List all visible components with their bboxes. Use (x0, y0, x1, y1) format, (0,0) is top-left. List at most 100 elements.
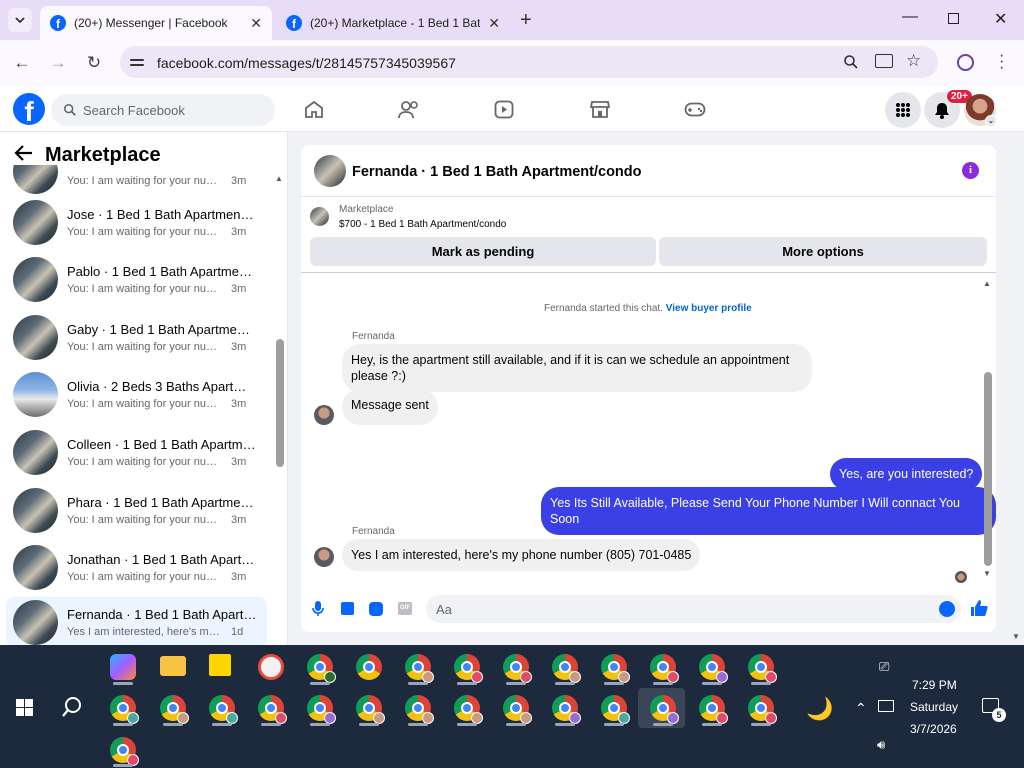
chrome-icon[interactable] (552, 654, 581, 683)
conversation-item[interactable]: Phara · 1 Bed 1 Bath Apartment/... You: … (6, 483, 267, 537)
taskbar-search-icon[interactable] (61, 696, 83, 723)
chrome-icon[interactable] (209, 695, 238, 724)
facebook-logo-icon[interactable]: f (13, 93, 45, 125)
gif-icon[interactable]: GIF (398, 602, 412, 615)
search-input[interactable]: Search Facebook (51, 94, 275, 126)
chrome-icon[interactable] (405, 654, 434, 683)
emoji-icon[interactable] (939, 601, 955, 617)
close-tab-icon[interactable]: ✕ (250, 15, 262, 32)
chrome-icon[interactable] (307, 654, 336, 683)
snipping-tool-icon[interactable] (258, 654, 284, 680)
minimize-button[interactable]: — (902, 8, 918, 26)
friends-icon[interactable] (398, 100, 420, 124)
conversation-item[interactable]: Gaby · 1 Bed 1 Bath Apartment/... You: I… (6, 310, 267, 364)
mark-as-pending-button[interactable]: Mark as pending (310, 237, 656, 266)
forward-button[interactable]: → (46, 51, 70, 75)
chrome-icon[interactable] (356, 695, 385, 724)
chat-title[interactable]: Fernanda · 1 Bed 1 Bath Apartment/condo (352, 164, 642, 180)
scroll-up-arrow[interactable]: ▲ (275, 174, 283, 183)
scrollbar-thumb[interactable] (276, 339, 284, 467)
start-windows-icon[interactable] (16, 699, 33, 716)
more-options-button[interactable]: More options (659, 237, 987, 266)
close-tab-icon[interactable]: ✕ (488, 15, 500, 32)
conversation-item[interactable]: Colleen · 1 Bed 1 Bath Apartmen... You: … (6, 425, 267, 479)
close-window-button[interactable]: ✕ (994, 9, 1007, 29)
page-scroll-down[interactable]: ▼ (1012, 632, 1020, 641)
show-hidden-icons[interactable]: ⌃ (855, 700, 867, 717)
clock-date[interactable]: 3/7/2026 (910, 722, 957, 736)
listing-detail[interactable]: $700 - 1 Bed 1 Bath Apartment/condo (339, 219, 506, 230)
chrome-icon[interactable] (552, 695, 581, 724)
install-app-icon[interactable] (875, 54, 893, 68)
chrome-icon[interactable] (405, 695, 434, 724)
clock-time[interactable]: 7:29 PM (912, 678, 957, 692)
conversation-item[interactable]: Jose · 1 Bed 1 Bath Apartment/c... You: … (6, 195, 267, 249)
chrome-icon[interactable] (307, 695, 336, 724)
message-input[interactable]: Aa (426, 595, 961, 623)
account-chevron-icon[interactable]: ⌄ (985, 115, 997, 127)
chrome-icon[interactable] (748, 654, 777, 683)
chrome-icon[interactable] (160, 695, 189, 724)
chrome-icon[interactable] (356, 654, 382, 680)
conversation-item-selected[interactable]: Fernanda · 1 Bed 1 Bath Apartm... Yes I … (6, 597, 267, 645)
notification-count-badge: 5 (992, 708, 1006, 722)
url-text[interactable]: facebook.com/messages/t/2814575734503956… (157, 55, 456, 71)
like-thumb-icon[interactable] (970, 599, 988, 622)
sticker-icon[interactable] (369, 602, 383, 616)
menu-grid-button[interactable] (885, 92, 921, 128)
chat-header-thumbnail[interactable] (314, 155, 346, 187)
tab-marketplace[interactable]: f (20+) Marketplace - 1 Bed 1 Bath ✕ (278, 6, 510, 40)
profile-icon[interactable] (957, 54, 974, 71)
clock-day[interactable]: Saturday (910, 700, 958, 714)
tab-search-button[interactable] (8, 8, 32, 32)
photo-icon[interactable] (341, 602, 354, 615)
weather-moon-icon[interactable]: 🌙 (806, 696, 833, 722)
chrome-icon[interactable] (601, 695, 630, 724)
conversation-name: Gaby · 1 Bed 1 Bath Apartment/... (67, 321, 257, 337)
chrome-icon[interactable] (699, 695, 728, 724)
volume-icon[interactable]: 🔊︎ (877, 737, 885, 753)
chrome-icon[interactable] (503, 695, 532, 724)
conversation-item[interactable]: Olivia · 2 Beds 3 Baths Apartme... You: … (6, 367, 267, 421)
new-tab-button[interactable]: + (520, 9, 532, 32)
bookmark-star-icon[interactable]: ☆ (906, 51, 921, 71)
chrome-icon[interactable] (650, 654, 679, 683)
view-buyer-profile-link[interactable]: View buyer profile (666, 303, 752, 314)
info-icon[interactable]: i (962, 162, 979, 179)
chrome-icon[interactable] (110, 695, 139, 724)
meet-now-icon[interactable]: ⎚ (879, 659, 889, 675)
sender-avatar[interactable] (314, 405, 334, 425)
chrome-icon[interactable] (258, 695, 287, 724)
chrome-icon-active[interactable] (650, 695, 679, 724)
file-explorer-icon[interactable] (160, 656, 186, 676)
conversation-item[interactable]: Jonathan · 1 Bed 1 Bath Apartm... You: I… (6, 540, 267, 594)
tab-messenger[interactable]: f (20+) Messenger | Facebook ✕ (40, 6, 272, 40)
chrome-icon[interactable] (454, 654, 483, 683)
microphone-icon[interactable] (312, 601, 324, 622)
site-info-icon[interactable] (130, 53, 148, 71)
restore-button[interactable] (948, 13, 959, 24)
chrome-icon[interactable] (699, 654, 728, 683)
chat-scroll-up[interactable]: ▲ (983, 279, 991, 288)
chrome-icon[interactable] (454, 695, 483, 724)
marketplace-icon[interactable] (589, 100, 611, 124)
chat-scroll-down[interactable]: ▼ (983, 569, 991, 578)
sticky-notes-icon[interactable] (209, 654, 231, 676)
chrome-icon[interactable] (601, 654, 630, 683)
chrome-icon[interactable] (503, 654, 532, 683)
network-icon[interactable] (878, 700, 894, 712)
chat-scrollbar-thumb[interactable] (984, 372, 992, 566)
chrome-icon[interactable] (110, 737, 139, 766)
video-icon[interactable] (494, 100, 514, 124)
menu-icon[interactable]: · · · (999, 48, 1004, 76)
conversation-item[interactable]: Pablo · 1 Bed 1 Bath Apartment/... You: … (6, 252, 267, 306)
chrome-icon[interactable] (748, 695, 777, 724)
sender-avatar[interactable] (314, 547, 334, 567)
back-button[interactable]: ← (10, 51, 34, 75)
home-icon[interactable] (304, 100, 324, 124)
listing-thumbnail-small[interactable] (310, 207, 329, 226)
reload-button[interactable]: ↻ (82, 51, 106, 75)
gaming-icon[interactable] (684, 100, 706, 124)
zoom-icon[interactable] (843, 54, 859, 75)
copilot-icon[interactable] (110, 654, 136, 680)
